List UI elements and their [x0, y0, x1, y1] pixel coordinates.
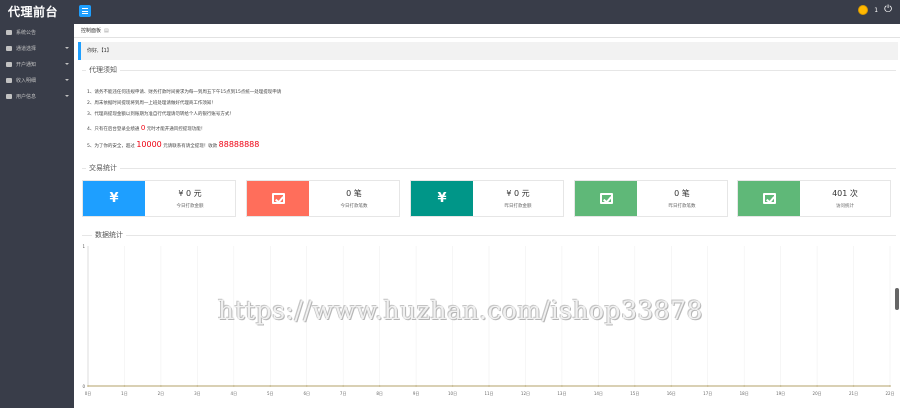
- x-tick-label: 7日: [340, 391, 347, 396]
- data-point: [561, 385, 563, 387]
- data-point: [816, 385, 818, 387]
- data-point: [342, 385, 345, 387]
- watermark-text: https://www.huzhan.com/ishop33878: [218, 296, 704, 325]
- data-point: [451, 385, 454, 387]
- data-point: [670, 385, 673, 387]
- data-point: [852, 385, 855, 387]
- data-point: [87, 385, 89, 387]
- y-tick-label: 1: [82, 244, 85, 249]
- data-point: [160, 385, 162, 387]
- data-point: [889, 385, 891, 387]
- x-tick-label: 0日: [85, 391, 92, 396]
- data-point: [123, 385, 126, 387]
- data-point: [415, 385, 417, 387]
- scrollbar-thumb[interactable]: [895, 288, 899, 310]
- data-point: [196, 385, 199, 387]
- x-tick-label: 8日: [376, 391, 383, 396]
- data-point: [269, 385, 272, 387]
- data-point: [633, 385, 636, 387]
- data-chart: 1 00日 1日 2日 3日 4日 5日 6日 7日 8日 9日 10日 11日 12日 13日 14日 15日…: [82, 244, 894, 396]
- y-tick-label: 0: [82, 384, 85, 389]
- x-tick-label: 12日: [521, 391, 530, 396]
- x-tick-label: 20日: [813, 391, 822, 396]
- x-tick-label: 15日: [630, 391, 639, 396]
- x-tick-label: 14日: [594, 391, 603, 396]
- data-point: [488, 385, 490, 387]
- x-tick-label: 17日: [703, 391, 712, 396]
- data-point: [232, 385, 235, 387]
- data-point: [743, 385, 746, 387]
- x-tick-label: 16日: [667, 391, 676, 396]
- x-tick-label: 21日: [849, 391, 858, 396]
- x-tick-label: 2日: [158, 391, 165, 396]
- x-tick-label: 1日: [121, 391, 128, 396]
- data-point: [378, 385, 381, 387]
- data-point: [779, 385, 782, 387]
- x-tick-label: 10日: [448, 391, 457, 396]
- data-point: [706, 385, 709, 387]
- data-point: [597, 385, 600, 387]
- data-point: [524, 385, 527, 387]
- x-tick-label: 18日: [740, 391, 749, 396]
- x-tick-label: 13日: [557, 391, 566, 396]
- x-tick-label: 19日: [776, 391, 785, 396]
- data-point: [305, 385, 308, 387]
- x-tick-label: 4日: [231, 391, 238, 396]
- x-tick-label: 22日: [885, 391, 894, 396]
- x-tick-label: 6日: [303, 391, 310, 396]
- x-tick-label: 9日: [413, 391, 420, 396]
- x-tick-label: 5日: [267, 391, 274, 396]
- x-tick-label: 3日: [194, 391, 201, 396]
- x-tick-label: 11日: [484, 391, 493, 396]
